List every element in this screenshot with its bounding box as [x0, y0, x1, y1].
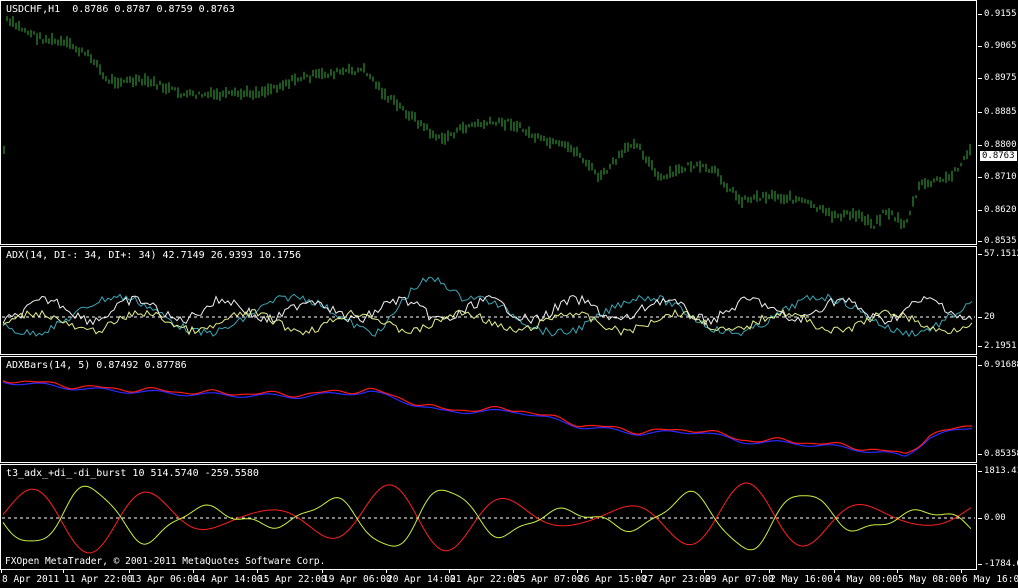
main-axis-tick: 0.8620 — [984, 205, 1017, 215]
time-axis-tickmark — [834, 569, 835, 573]
main-axis-tick: 0.8975 — [984, 73, 1017, 83]
time-axis-label: 27 Apr 23:00 — [642, 574, 711, 585]
time-axis-label: 6 May 16:00 — [962, 574, 1018, 585]
adxbars-axis-tickmark — [978, 454, 982, 455]
time-axis-tickmark — [1, 569, 2, 573]
time-axis-tickmark — [704, 569, 705, 573]
adx-axis-tick: 57.1512 — [984, 249, 1018, 259]
time-axis-tickmark — [449, 569, 450, 573]
time-axis-label: 8 Apr 2011 — [2, 574, 60, 585]
time-axis-tickmark — [577, 569, 578, 573]
main-axis-tickmark — [978, 78, 982, 79]
price-axis: 0.9155 0.9065 0.8975 0.8885 0.8800 0.8710 0.86… — [978, 0, 1018, 246]
main-axis-tick: 0.8535 — [984, 236, 1017, 246]
main-axis-tickmark — [978, 112, 982, 113]
time-axis-label: 21 Apr 22:00 — [450, 574, 519, 585]
main-axis-tick: 0.8800 — [984, 140, 1017, 150]
chart-plot-layer — [2, 16, 975, 554]
adx-axis-tickmark — [978, 317, 982, 318]
t3-axis-tick: 0.00 — [984, 513, 1006, 523]
t3-axis-tick: -1784.6 — [984, 559, 1018, 569]
adx-axis-tickmark — [978, 346, 982, 347]
adxbars-blue-line — [2, 381, 973, 457]
time-axis-tickmark — [961, 569, 962, 573]
main-axis-tickmark — [978, 177, 982, 178]
adxbars-axis-tickmark — [978, 365, 982, 366]
adx-di-minus-line — [2, 308, 973, 336]
main-axis-tickmark — [978, 210, 982, 211]
time-axis-label: 19 Apr 06:00 — [323, 574, 392, 585]
adx-di-plus-line — [2, 294, 973, 327]
adx-main-line — [2, 276, 973, 338]
metatrader-window: USDCHF,H1 0.8786 0.8787 0.8759 0.8763 0.… — [0, 0, 1018, 588]
time-axis-label: 15 Apr 22:00 — [258, 574, 327, 585]
time-axis-tickmark — [386, 569, 387, 573]
time-axis-label: 5 May 08:00 — [898, 574, 961, 585]
main-axis-tickmark — [978, 14, 982, 15]
t3-axis-tickmark — [978, 471, 982, 472]
t3-axis-tickmark — [978, 564, 982, 565]
time-axis-tickmark — [129, 569, 130, 573]
time-axis-label: 14 Apr 14:00 — [194, 574, 263, 585]
adx-axis-tick: 2.1951 — [984, 341, 1017, 351]
main-axis-tick: 0.8710 — [984, 172, 1017, 182]
main-axis-tickmark — [978, 241, 982, 242]
adxbars-axis-tick: 0.91688 — [984, 360, 1018, 370]
adxbars-axis: 0.91688 0.85358 — [978, 356, 1018, 463]
time-axis-label: 20 Apr 14:00 — [387, 574, 456, 585]
t3-axis: 1813.41 0.00 -1784.6 — [978, 464, 1018, 570]
adx-axis-tickmark — [978, 254, 982, 255]
time-axis-tickmark — [641, 569, 642, 573]
t3-axis-tick: 1813.41 — [984, 466, 1018, 476]
main-axis-tickmark — [978, 46, 982, 47]
adxbars-red-line — [2, 380, 972, 454]
time-axis-label: 13 Apr 06:00 — [130, 574, 199, 585]
time-axis-label: 25 Apr 07:00 — [514, 574, 583, 585]
adx-axis-tick: 20 — [984, 312, 995, 322]
time-axis-tickmark — [63, 569, 64, 573]
price-bars — [3, 16, 971, 229]
current-price-label: 0.8763 — [980, 151, 1017, 161]
main-axis-tickmark — [978, 145, 982, 146]
time-axis-label: 26 Apr 15:00 — [578, 574, 647, 585]
time-axis-tickmark — [513, 569, 514, 573]
t3-axis-tickmark — [978, 518, 982, 519]
time-axis-label: 4 May 00:00 — [835, 574, 898, 585]
time-axis-tickmark — [769, 569, 770, 573]
time-axis-tickmark — [257, 569, 258, 573]
main-axis-tick: 0.8885 — [984, 107, 1017, 117]
time-axis-tickmark — [193, 569, 194, 573]
time-axis-label: 2 May 16:00 — [770, 574, 833, 585]
adx-axis: 57.1512 20 2.1951 — [978, 246, 1018, 355]
time-axis-tickmark — [897, 569, 898, 573]
time-axis-tickmark — [322, 569, 323, 573]
time-axis-label: 11 Apr 22:00 — [64, 574, 133, 585]
copyright-text: FXOpen MetaTrader, © 2001-2011 MetaQuote… — [5, 556, 326, 567]
main-axis-tick: 0.9065 — [984, 41, 1017, 51]
main-axis-tick: 0.9155 — [984, 9, 1017, 19]
adxbars-axis-tick: 0.85358 — [984, 449, 1018, 459]
time-axis-label: 29 Apr 07:00 — [705, 574, 774, 585]
